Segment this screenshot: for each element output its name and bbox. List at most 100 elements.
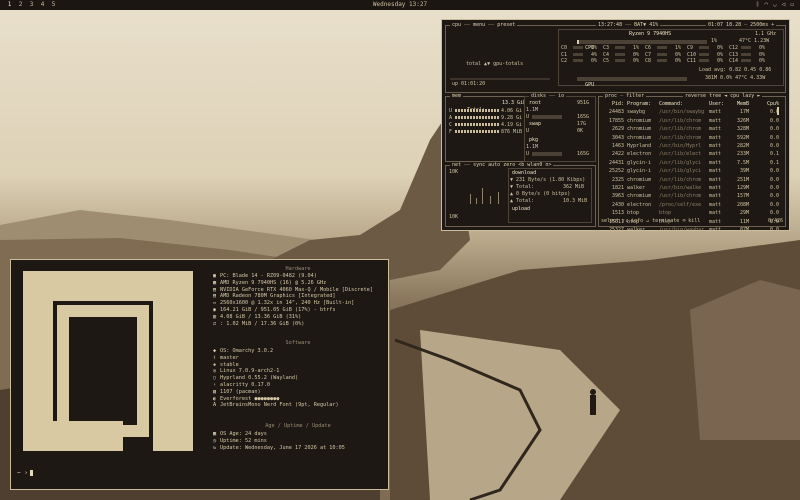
process-cell: matt <box>709 210 722 217</box>
disks-io-toggle[interactable]: io <box>558 93 564 99</box>
process-cell: 1821 <box>611 185 624 192</box>
process-row[interactable]: 2325 chromium/usr/lib/chrom matt 251M 0.0 <box>601 176 780 184</box>
hardware-item-text: 4.08 GiB / 13.36 GiB (31%) <box>220 313 302 320</box>
process-cell: chromium <box>627 176 652 183</box>
process-cell: 1513 <box>611 210 624 217</box>
proc-filter[interactable]: filter <box>626 93 644 99</box>
headphones-icon[interactable]: ◡ <box>773 0 777 10</box>
process-row[interactable]: 25327 walker/usr/bin/waybar matt 87M 0.0 <box>601 226 780 230</box>
core-bar <box>615 59 625 62</box>
wifi-icon[interactable]: ◠ <box>765 0 769 10</box>
software-item-text: master <box>220 354 239 361</box>
process-row[interactable]: 1463 Hyprland/usr/bin/Hyprl matt 282M 0.0 <box>601 142 780 150</box>
proc-count: 0/426 <box>767 218 783 224</box>
process-cell: matt <box>709 109 722 116</box>
hardware-item-text: AMD Radeon 780M Graphics [Integrated] <box>220 293 336 300</box>
process-cell: /usr/bin/Hyprl <box>659 143 702 150</box>
hardware-item-text: 2560x1600 @ 1.32x in 14", 240 Hz [Built-… <box>220 300 355 307</box>
process-row[interactable]: 1513 btop btop matt 29M 0.0 <box>601 209 780 217</box>
process-cell: /usr/lib/chrom <box>659 193 702 200</box>
process-cell: 7.5M <box>736 159 749 166</box>
mem-box-title: mem <box>452 93 462 99</box>
core-percent: 0% <box>758 58 765 64</box>
upload-total: 10.3 MiB <box>563 198 588 204</box>
process-row[interactable]: 3963 chromium/usr/lib/chrom matt 157M 0.0 <box>601 192 780 200</box>
btop-window[interactable]: cpu ── menu ── preset 13:27:48 ── BAT▼ 4… <box>441 19 790 231</box>
process-cell: 0.0 <box>769 185 779 192</box>
process-cell: matt <box>709 151 722 158</box>
age-item-text: OS Age: 24 days <box>220 431 267 437</box>
process-row[interactable]: 24483 swaybg/usr/bin/swaybg matt 17M 0.0 <box>601 108 780 116</box>
process-cell: 251M <box>736 176 749 183</box>
proc-scrollbar[interactable] <box>777 107 779 115</box>
net-scale-top: 10K <box>449 169 459 175</box>
cpu-frequency: 1.1 GHz <box>755 31 777 37</box>
package-icon: ▧ <box>213 388 217 395</box>
core-bar <box>741 46 751 49</box>
mem-row-value: 876 MiB <box>501 129 523 135</box>
cpu-box-title: cpu <box>452 22 462 28</box>
process-cell: /usr/bin/swaybg <box>659 109 705 116</box>
disk-pkg-bar <box>532 151 563 156</box>
process-row[interactable]: 25252 glycin-i/usr/lib/glyci matt 39M 0.0 <box>601 167 780 175</box>
terminal-window[interactable]: Hardware ▣ PC: Blade 14 - RZ09-0482 (9.04… <box>10 259 389 490</box>
hardware-item-text: 164.21 GiB / 951.05 GiB (17%) - btrfs <box>220 306 336 313</box>
clock[interactable]: Wednesday 13:27 <box>373 1 427 8</box>
core-bar <box>573 46 583 49</box>
battery-icon[interactable]: ▭ <box>790 0 794 10</box>
process-row[interactable]: 1821 walker/usr/bin/walke matt 129M 0.0 <box>601 184 780 192</box>
software-section-title: Software <box>285 340 311 346</box>
process-row[interactable]: 2629 chromium/usr/lib/chrom matt 328M 0.0 <box>601 125 780 133</box>
kernel-icon: ◎ <box>213 368 217 375</box>
process-cell: 24483 <box>608 109 624 116</box>
font-icon: A <box>213 402 217 409</box>
software-item-text: 1107 (pacman) <box>220 388 261 395</box>
process-cell: 0.0 <box>769 168 779 175</box>
process-cell: matt <box>709 193 722 200</box>
cpu-icon: ▦ <box>213 279 217 286</box>
preset-button[interactable]: preset <box>497 22 515 28</box>
software-item: › alacritty 0.17.0 <box>213 382 339 389</box>
monitor-icon: ▭ <box>213 300 217 307</box>
process-cell: /usr/lib/elect <box>659 151 702 158</box>
disk-swap-size: 17G <box>577 121 587 127</box>
net-box: net ── sync auto zero <b wlan0 n> 10K 10… <box>445 162 596 227</box>
core-label: C11 <box>687 58 697 64</box>
shell-prompt[interactable]: ~ › <box>17 470 33 477</box>
process-cell: btop <box>627 210 640 217</box>
process-cell: walker <box>627 185 646 192</box>
gpu-usage-bar <box>577 76 687 83</box>
core-bar <box>699 59 709 62</box>
disk-pkg-used: 165G <box>577 151 590 157</box>
mem-total: 13.3 GiB <box>502 100 527 106</box>
core-bar <box>657 59 667 62</box>
clock-icon: ◷ <box>213 437 217 444</box>
load-average: Load avg: 0.82 0.45 0.86 <box>699 67 772 73</box>
menu-button[interactable]: menu <box>473 22 485 28</box>
process-row[interactable]: 3043 chromium/usr/lib/chrom matt 592M 0.0 <box>601 134 780 142</box>
process-cell: /usr/lib/chrom <box>659 126 702 133</box>
disk-swap-used: 0K <box>577 128 584 134</box>
process-cell: 0.1 <box>769 159 779 166</box>
process-cell: 29M <box>739 210 749 217</box>
hardware-item-text: NVIDIA GeForce RTX 4060 Max-Q / Mobile [… <box>220 286 374 293</box>
process-cell: matt <box>709 201 722 208</box>
bluetooth-icon[interactable]: ᛒ <box>756 0 760 10</box>
core-bar <box>573 52 583 56</box>
hardware-item-text: : 1.02 MiB / 17.36 GiB (0%) <box>220 320 305 327</box>
cpu-info-panel: Ryzen 9 7940HS 1.1 GHz CPU 1% 47°C 1.23W… <box>558 29 784 88</box>
process-cell: matt <box>709 126 722 133</box>
btop-uptime-clock: 01:07 18.28 <box>708 22 742 28</box>
process-table-header: Pid: Program: Command: User: MemB Cpu% <box>611 101 779 107</box>
software-item: ▧ 1107 (pacman) <box>213 389 339 396</box>
volume-icon[interactable]: ◁ <box>782 0 786 10</box>
update-interval[interactable]: 2500ms + <box>750 22 774 28</box>
process-row[interactable]: 2430 electron/proc/self/exe matt 208M 0.0 <box>601 201 780 209</box>
process-cell: 2430 <box>611 201 624 208</box>
disk-root-label: root <box>529 100 542 106</box>
proc-sort-options[interactable]: reverse tree ◄ cpu lazy ► <box>685 93 760 99</box>
terminal-icon: › <box>213 381 217 388</box>
process-row[interactable]: 2422 electron/usr/lib/elect matt 233M 0.1 <box>601 150 780 158</box>
process-row[interactable]: 17855 chromium/usr/lib/chrom matt 326M 0.0 <box>601 117 780 125</box>
process-row[interactable]: 24431 glycin-i/usr/lib/glyci matt 7.5M 0.1 <box>601 159 780 167</box>
